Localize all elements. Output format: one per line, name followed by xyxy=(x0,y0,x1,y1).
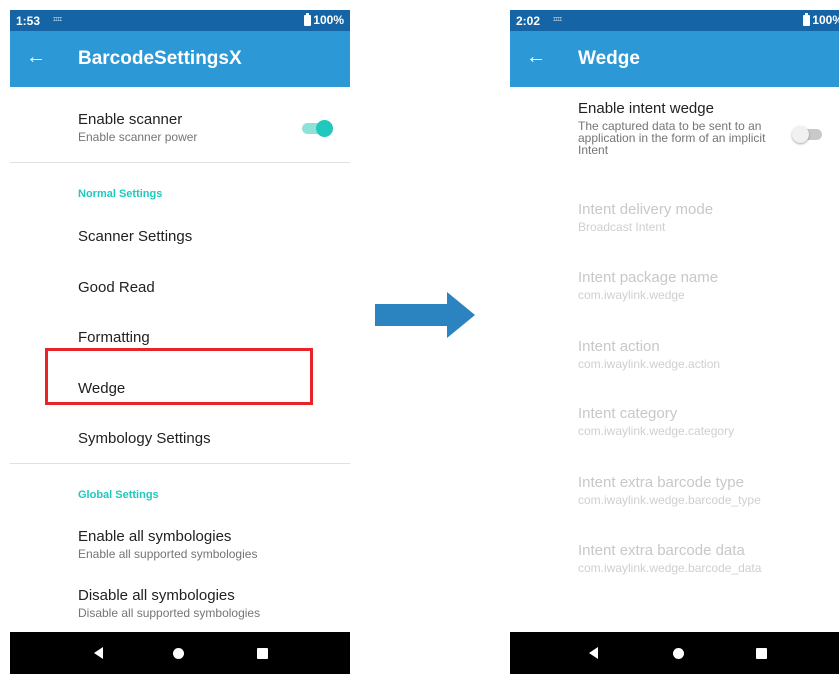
battery-icon xyxy=(304,12,312,26)
disable-all-title: Disable all symbologies xyxy=(78,587,235,604)
scanner-settings-item[interactable]: Scanner Settings xyxy=(78,228,192,245)
nav-recent-apps-icon[interactable] xyxy=(257,648,268,659)
enable-intent-wedge-title: Enable intent wedge xyxy=(578,100,714,117)
app-bar: ← Wedge xyxy=(510,31,839,87)
intent-extra-barcode-data-summary: com.iwaylink.wedge.barcode_data xyxy=(578,561,762,575)
nav-recent-apps-icon[interactable] xyxy=(756,648,767,659)
formatting-label: Formatting xyxy=(78,329,150,346)
battery-icon xyxy=(803,12,811,26)
enable-all-title: Enable all symbologies xyxy=(78,528,232,545)
intent-extra-barcode-type-item[interactable]: Intent extra barcode type com.iwaylink.w… xyxy=(578,474,761,507)
left-screen: 1:53 ⌗⌗ 100% ← BarcodeSettingsX Enable s… xyxy=(10,10,350,674)
formatting-item[interactable]: Formatting xyxy=(78,329,150,346)
nav-home-icon[interactable] xyxy=(173,648,184,659)
intent-delivery-mode-item[interactable]: Intent delivery mode Broadcast Intent xyxy=(578,201,713,234)
battery-level: 100% xyxy=(812,13,839,27)
enable-scanner-switch[interactable] xyxy=(300,120,334,137)
global-settings-header: Global Settings xyxy=(78,489,159,501)
right-screen: 2:02 ⌗⌗ 100% ← Wedge Enable intent wedge… xyxy=(510,10,839,674)
status-bar: 1:53 ⌗⌗ 100% xyxy=(10,10,350,31)
intent-category-summary: com.iwaylink.wedge.category xyxy=(578,424,735,438)
switch-thumb xyxy=(316,120,333,137)
status-time: 2:02 xyxy=(516,14,541,28)
intent-extra-barcode-type-title: Intent extra barcode type xyxy=(578,474,744,491)
scanner-status-icon: ⌗⌗ xyxy=(53,14,62,24)
intent-category-item[interactable]: Intent category com.iwaylink.wedge.categ… xyxy=(578,405,734,438)
intent-action-summary: com.iwaylink.wedge.action xyxy=(578,357,721,371)
divider xyxy=(10,162,350,163)
symbology-settings-item[interactable]: Symbology Settings xyxy=(78,430,211,447)
back-arrow-icon[interactable]: ← xyxy=(526,46,546,69)
app-title: BarcodeSettingsX xyxy=(78,48,242,69)
scanner-settings-label: Scanner Settings xyxy=(78,228,193,245)
intent-extra-barcode-data-item[interactable]: Intent extra barcode data com.iwaylink.w… xyxy=(578,542,761,575)
intent-delivery-mode-title: Intent delivery mode xyxy=(578,201,714,218)
arrow-shaft xyxy=(375,304,447,326)
battery-level: 100% xyxy=(313,13,344,27)
intent-extra-barcode-type-summary: com.iwaylink.wedge.barcode_type xyxy=(578,493,761,507)
intent-action-title: Intent action xyxy=(578,338,660,355)
divider xyxy=(10,463,350,464)
normal-settings-header: Normal Settings xyxy=(78,188,163,200)
intent-package-name-summary: com.iwaylink.wedge xyxy=(578,288,685,302)
switch-thumb xyxy=(792,126,809,143)
navigation-bar xyxy=(510,632,839,674)
intent-extra-barcode-data-title: Intent extra barcode data xyxy=(578,542,745,559)
scanner-status-icon: ⌗⌗ xyxy=(553,14,562,24)
nav-home-icon[interactable] xyxy=(673,648,684,659)
intent-action-item[interactable]: Intent action com.iwaylink.wedge.action xyxy=(578,338,720,371)
intent-package-name-title: Intent package name xyxy=(578,269,719,286)
intent-delivery-mode-summary: Broadcast Intent xyxy=(578,220,666,234)
wedge-settings-list: Enable intent wedge The captured data to… xyxy=(510,87,839,637)
symbology-settings-label: Symbology Settings xyxy=(78,430,211,447)
back-arrow-icon[interactable]: ← xyxy=(26,46,46,69)
nav-back-icon[interactable] xyxy=(94,647,103,659)
enable-all-summary: Enable all supported symbologies xyxy=(78,547,258,561)
battery-indicator: 100% xyxy=(803,12,839,27)
nav-back-icon[interactable] xyxy=(589,647,598,659)
disable-all-symbologies-item[interactable]: Disable all symbologies Disable all supp… xyxy=(78,587,260,620)
wedge-highlight-box xyxy=(45,348,313,405)
enable-all-symbologies-item[interactable]: Enable all symbologies Enable all suppor… xyxy=(78,528,257,561)
intent-package-name-item[interactable]: Intent package name com.iwaylink.wedge xyxy=(578,269,718,302)
intent-category-title: Intent category xyxy=(578,405,678,422)
app-title: Wedge xyxy=(578,48,640,69)
status-time: 1:53 xyxy=(16,14,41,28)
battery-indicator: 100% xyxy=(304,12,344,27)
enable-intent-wedge-switch[interactable] xyxy=(792,126,826,143)
arrow-head xyxy=(447,292,475,338)
good-read-label: Good Read xyxy=(78,279,155,296)
arrow-right-icon xyxy=(375,292,475,338)
navigation-bar xyxy=(10,632,350,674)
enable-intent-wedge-pref[interactable]: Enable intent wedge The captured data to… xyxy=(578,100,778,156)
good-read-item[interactable]: Good Read xyxy=(78,279,155,296)
status-bar: 2:02 ⌗⌗ 100% xyxy=(510,10,839,31)
enable-intent-wedge-summary: The captured data to be sent to an appli… xyxy=(578,119,766,157)
app-bar: ← BarcodeSettingsX xyxy=(10,31,350,87)
disable-all-summary: Disable all supported symbologies xyxy=(78,606,261,620)
